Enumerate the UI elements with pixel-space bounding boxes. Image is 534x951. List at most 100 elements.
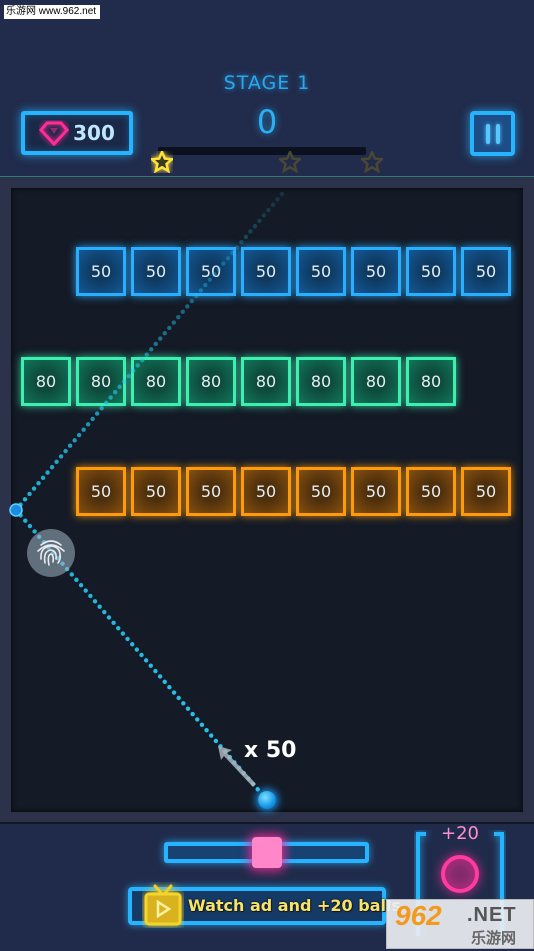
trajectory-dot <box>27 491 32 497</box>
trajectory-dot <box>257 218 262 223</box>
trajectory-dot <box>189 298 195 304</box>
trajectory-dot <box>176 314 181 320</box>
trajectory-dot <box>116 625 121 631</box>
trajectory-dot <box>58 454 64 459</box>
trajectory-dot <box>120 631 126 636</box>
ball-launcher[interactable] <box>258 791 276 809</box>
trajectory-dot <box>126 373 131 379</box>
trajectory-dot <box>266 207 271 213</box>
trajectory-dot <box>153 341 158 347</box>
trajectory-dot <box>63 448 68 454</box>
trajectory-dot <box>203 282 208 288</box>
slider-knob[interactable] <box>252 837 282 868</box>
trajectory-dot <box>72 438 77 443</box>
trajectory-dot <box>40 475 46 481</box>
trajectory-dot <box>31 486 37 491</box>
trajectory-dot <box>162 331 167 336</box>
trajectory-dot <box>225 256 231 261</box>
trajectory-dot <box>185 706 191 711</box>
watermark-logo: 962 .NET 乐游网 <box>386 899 534 949</box>
watermark-logo-cn: 乐游网 <box>471 930 517 947</box>
trajectory-dot <box>106 615 112 620</box>
trajectory-dot <box>134 647 140 652</box>
trajectory-dot <box>216 266 222 272</box>
trajectory-dot <box>92 599 98 604</box>
trajectory-dot <box>131 368 136 373</box>
trajectory-dot <box>207 277 213 282</box>
trajectory-dot <box>112 389 118 395</box>
trajectory-dot <box>162 679 167 685</box>
trajectory-dot <box>209 733 214 738</box>
trajectory-dot <box>181 701 186 706</box>
trajectory-dot <box>167 325 172 331</box>
trajectory-dot <box>94 411 100 416</box>
trajectory-dot <box>76 432 82 438</box>
trajectory-dot <box>194 293 199 298</box>
trajectory-dot <box>190 711 195 717</box>
trajectory-dot <box>54 459 59 464</box>
trajectory-dot <box>167 685 172 690</box>
trajectory-dot <box>261 213 267 218</box>
trajectory-dot <box>171 690 177 695</box>
trajectory-dot <box>99 406 104 411</box>
trajectory-dot <box>36 481 41 486</box>
trajectory-dot <box>248 229 253 234</box>
bounce-point-marker <box>9 503 23 517</box>
bonus-label: +20 <box>441 823 479 844</box>
trajectory-dot <box>171 320 176 325</box>
trajectory-dot <box>213 738 219 744</box>
trajectory-dot <box>102 609 107 615</box>
trajectory-dot <box>45 470 50 475</box>
trajectory-dot <box>153 668 158 674</box>
trajectory-dot <box>103 400 109 406</box>
trajectory-dot <box>88 593 93 599</box>
trajectory-dot <box>90 416 95 422</box>
trajectory-dot <box>108 395 113 400</box>
trajectory-dot <box>74 577 79 583</box>
ball-count: x 50 <box>244 738 297 763</box>
fingerprint-icon <box>37 540 65 566</box>
trajectory-dot <box>158 336 163 341</box>
trajectory-dot <box>157 674 163 679</box>
trajectory-dot <box>275 197 280 202</box>
trajectory-dot <box>27 523 33 529</box>
trajectory-dot <box>195 717 200 722</box>
trajectory-dot <box>149 347 154 352</box>
trajectory-dot <box>125 636 130 642</box>
trajectory-dot <box>176 695 181 701</box>
trajectory-dot <box>199 722 205 728</box>
watermark-logo-suffix: .NET <box>467 904 517 926</box>
trajectory-dot <box>81 427 86 432</box>
trajectory-dot <box>83 588 88 593</box>
tv-icon <box>144 884 182 926</box>
trajectory-dot <box>144 352 149 357</box>
trajectory-dot <box>234 245 240 250</box>
fingerprint-hint <box>27 529 75 577</box>
trajectory-dot <box>22 497 28 502</box>
trajectory-dot <box>117 384 122 390</box>
trajectory-dot <box>252 223 258 229</box>
trajectory-dot <box>67 443 73 448</box>
trajectory-dot <box>122 379 127 384</box>
trajectory-dot <box>130 642 135 647</box>
watch-ad-label: Watch ad and +20 balls <box>188 896 401 915</box>
trajectory-dot <box>212 272 217 277</box>
trajectory-dot <box>204 727 209 733</box>
trajectory-dot <box>111 620 116 625</box>
trajectory-dot <box>148 663 153 668</box>
trajectory-dot <box>85 422 91 427</box>
trajectory-dot <box>97 604 102 609</box>
trajectory-dot <box>143 658 149 663</box>
trajectory-dot <box>230 250 235 256</box>
trajectory-dot <box>243 234 249 240</box>
trajectory-dot <box>270 202 276 207</box>
trajectory-dot <box>198 288 204 293</box>
trajectory-dot <box>135 363 140 368</box>
trajectory-dot <box>180 309 186 315</box>
trajectory-dot <box>140 357 145 363</box>
trajectory-dot <box>279 191 285 197</box>
watermark-logo-number: 962 <box>395 900 442 931</box>
trajectory-dot <box>239 240 244 245</box>
trajectory-dot <box>49 464 55 470</box>
ball-ring-icon <box>441 855 479 893</box>
